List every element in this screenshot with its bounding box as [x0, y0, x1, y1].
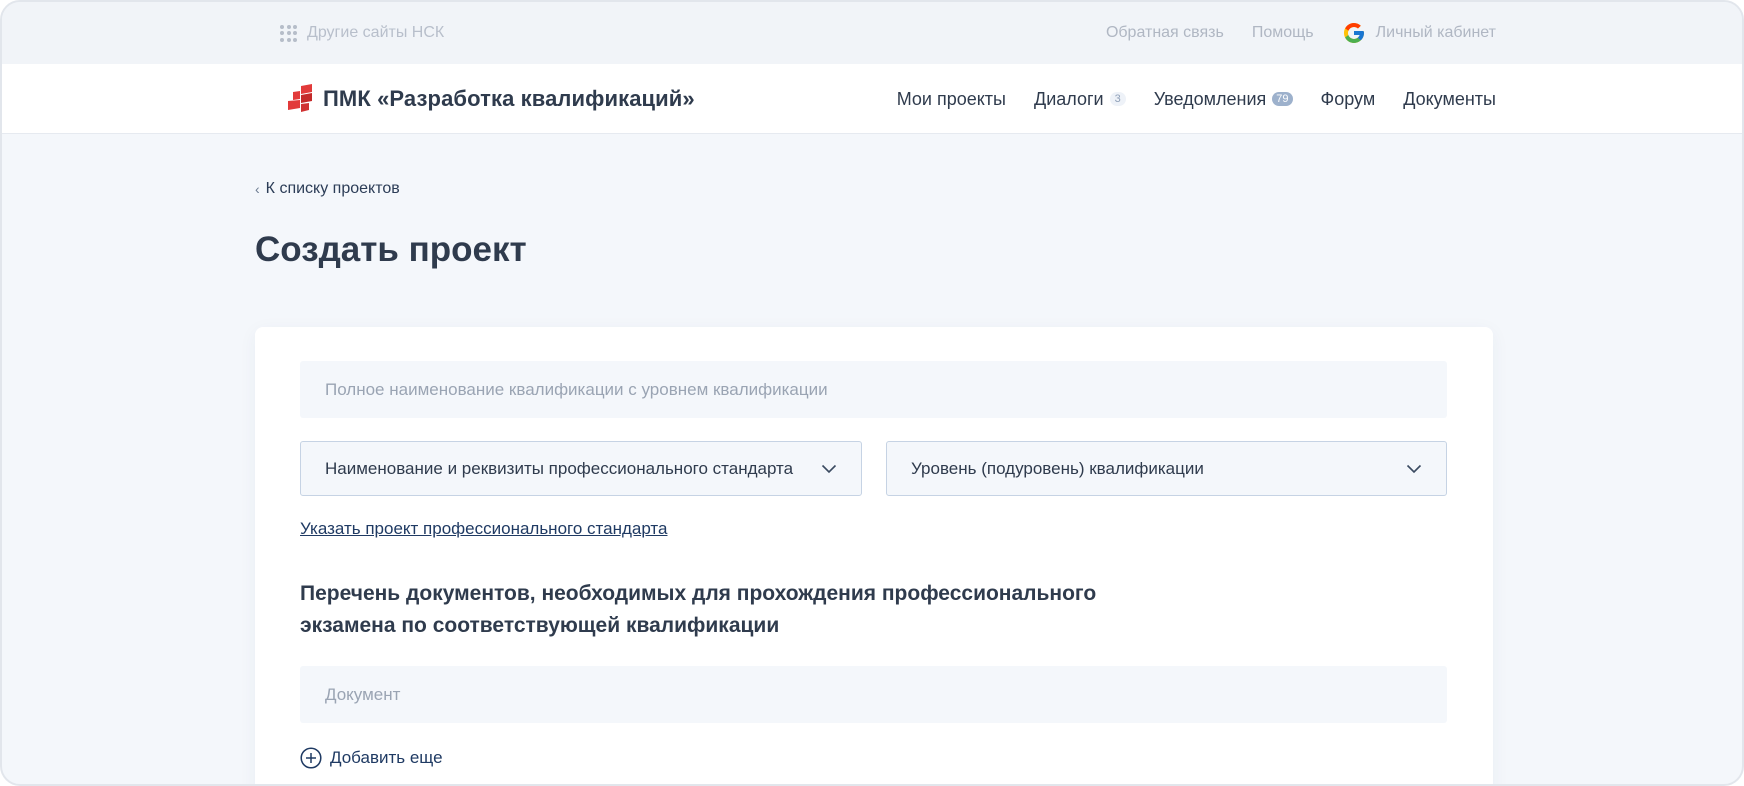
chevron-down-icon — [1406, 464, 1422, 473]
main-header: ПМК «Разработка квалификаций» Мои проект… — [2, 64, 1742, 134]
documents-section-title: Перечень документов, необходимых для про… — [300, 582, 1097, 637]
brand-title: ПМК «Разработка квалификаций» — [323, 86, 695, 111]
add-more-button[interactable]: Добавить еще — [300, 746, 443, 770]
top-links: Обратная связь Помощь Личный кабинет — [1106, 18, 1496, 48]
specify-standard-project-link[interactable]: Указать проект профессионального стандар… — [300, 519, 667, 539]
grid-dots-icon — [280, 24, 297, 42]
nav-my-projects[interactable]: Мои проекты — [897, 89, 1006, 110]
qualification-level-select-value: Уровень (подуровень) квалификации — [911, 458, 1204, 478]
google-icon — [1343, 23, 1364, 43]
nav-notifications-label: Уведомления — [1153, 88, 1267, 109]
qualification-name-input[interactable] — [300, 361, 1447, 418]
professional-standard-select[interactable]: Наименование и реквизиты профессионально… — [300, 441, 862, 496]
nav-notifications[interactable]: Уведомления 79 — [1154, 89, 1293, 110]
create-project-form: Наименование и реквизиты профессионально… — [255, 327, 1493, 784]
back-to-projects-link[interactable]: ‹ К списку проектов — [255, 180, 400, 198]
other-sites-menu[interactable]: Другие сайты НСК — [280, 22, 444, 44]
nav-documents[interactable]: Документы — [1403, 89, 1496, 110]
chevron-down-icon — [821, 464, 837, 473]
brand-logo-icon — [288, 84, 312, 112]
back-link-label: К списку проектов — [265, 180, 400, 197]
page-title: Создать проект — [255, 230, 527, 269]
app-window: Другие сайты НСК Обратная связь Помощь Л… — [0, 0, 1744, 786]
chevron-left-icon: ‹ — [255, 181, 260, 197]
notifications-count-badge: 79 — [1272, 92, 1293, 106]
nav-dialogs[interactable]: Диалоги 3 — [1034, 89, 1126, 110]
dialogs-count-badge: 3 — [1109, 92, 1126, 106]
add-more-label: Добавить еще — [330, 748, 443, 767]
help-link[interactable]: Помощь — [1252, 24, 1314, 42]
document-input[interactable] — [300, 666, 1447, 723]
professional-standard-select-value: Наименование и реквизиты профессионально… — [325, 458, 794, 478]
qualification-level-select[interactable]: Уровень (подуровень) квалификации — [886, 441, 1447, 496]
brand[interactable]: ПМК «Разработка квалификаций» — [287, 82, 695, 116]
plus-circle-icon — [300, 747, 322, 769]
nav-forum[interactable]: Форум — [1321, 89, 1376, 110]
feedback-link[interactable]: Обратная связь — [1106, 24, 1224, 42]
other-sites-label: Другие сайты НСК — [307, 24, 445, 41]
account-label: Личный кабинет — [1375, 24, 1496, 41]
top-utility-bar: Другие сайты НСК Обратная связь Помощь Л… — [2, 2, 1742, 64]
nav-dialogs-label: Диалоги — [1034, 88, 1104, 109]
account-link[interactable]: Личный кабинет — [1342, 21, 1496, 45]
main-nav: Мои проекты Диалоги 3 Уведомления 79 Фор… — [897, 84, 1496, 114]
